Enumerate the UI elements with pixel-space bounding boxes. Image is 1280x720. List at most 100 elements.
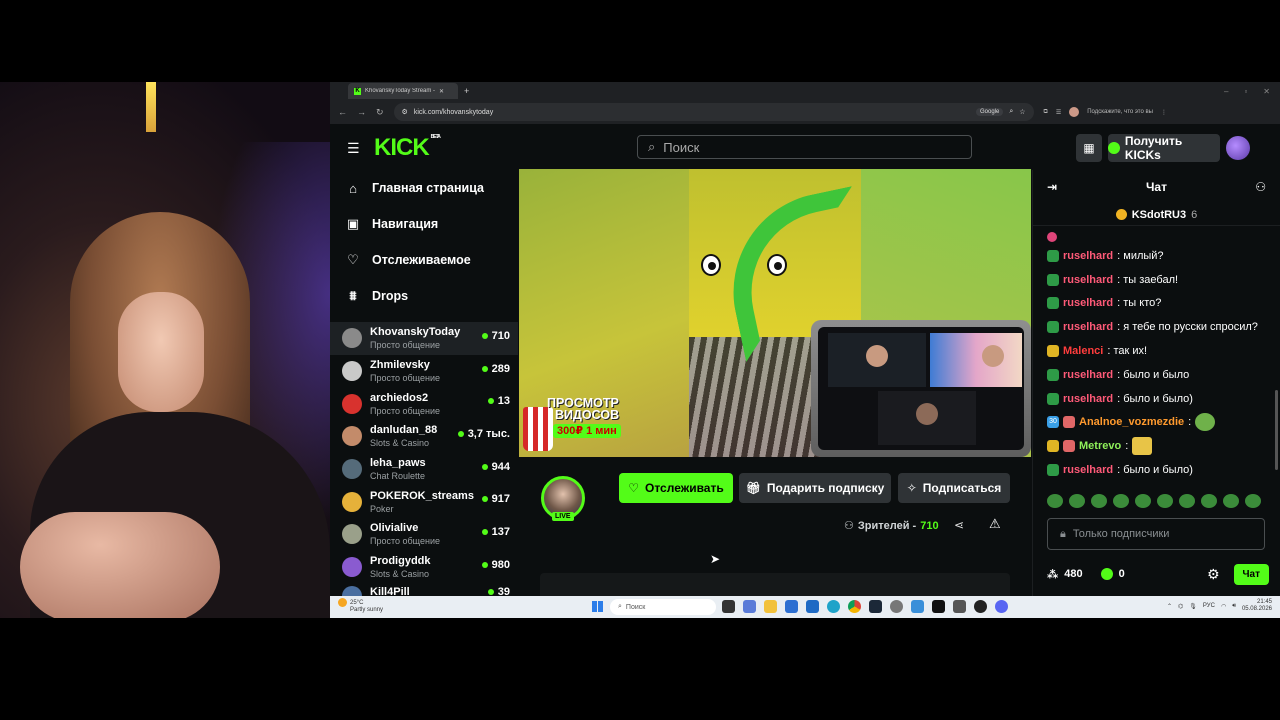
zoom-icon[interactable]: ⌕ bbox=[1009, 108, 1013, 116]
url-field[interactable]: ⚙ kick.com/khovanskytoday Google ⌕ ☆ bbox=[393, 103, 1034, 121]
get-kicks-button[interactable]: Получить KICKs bbox=[1108, 134, 1220, 162]
emote-option-icon[interactable] bbox=[1223, 494, 1239, 508]
pinned-user: KSdotRU3 bbox=[1131, 208, 1187, 221]
language-indicator[interactable]: РУС bbox=[1203, 603, 1215, 609]
chat-username[interactable]: ruselhard bbox=[1063, 393, 1113, 405]
collapse-chat-icon[interactable]: ⇥ bbox=[1047, 180, 1057, 194]
search-input[interactable]: ⌕ Поиск bbox=[637, 135, 972, 159]
channel-item[interactable]: leha_paws Chat Roulette 944 bbox=[330, 453, 518, 486]
report-warning-icon[interactable]: ⚠ bbox=[989, 516, 1001, 532]
chat-username[interactable]: Analnoe_vozmezdie bbox=[1079, 416, 1184, 428]
assistant-prompt[interactable]: Подскажите, что это вы bbox=[1087, 109, 1153, 115]
taskbar-search[interactable]: ⌕ Поиск bbox=[610, 599, 716, 615]
forward-icon[interactable]: → bbox=[357, 107, 366, 117]
widgets-icon[interactable] bbox=[743, 600, 756, 613]
video-player[interactable]: ПРОСМОТР ВИДОСОВ 300₽ 1 мин bbox=[519, 169, 1031, 457]
network-icon[interactable]: ⌬ bbox=[1178, 603, 1183, 610]
chat-username[interactable]: ruselhard bbox=[1063, 464, 1113, 476]
subscribe-label: Подписаться bbox=[922, 481, 1002, 495]
h-app-icon[interactable] bbox=[932, 600, 945, 613]
site-info-icon[interactable]: ⚙ bbox=[402, 108, 408, 116]
task-view-icon[interactable] bbox=[722, 600, 735, 613]
obs-icon[interactable] bbox=[974, 600, 987, 613]
chat-scrollbar[interactable] bbox=[1275, 390, 1278, 470]
chat-users-icon[interactable]: ⚇ bbox=[1255, 180, 1266, 194]
chat-username[interactable]: ruselhard bbox=[1063, 250, 1113, 262]
gear-icon[interactable]: ⚙ bbox=[1207, 566, 1220, 583]
chat-username[interactable]: ruselhard bbox=[1063, 369, 1113, 381]
steam-icon[interactable] bbox=[869, 600, 882, 613]
extensions-icon[interactable]: ⧉ bbox=[1044, 109, 1048, 116]
discord-icon[interactable] bbox=[995, 600, 1008, 613]
explorer-icon[interactable] bbox=[764, 600, 777, 613]
menu-burger-icon[interactable]: ☰ bbox=[347, 140, 360, 157]
nav-drops[interactable]: ⩩ Drops bbox=[330, 278, 518, 314]
points-count[interactable]: 480 bbox=[1064, 568, 1082, 580]
chat-username[interactable]: ruselhard bbox=[1063, 321, 1113, 333]
user-avatar[interactable] bbox=[1226, 136, 1250, 160]
menu-dots-icon[interactable]: ⋮ bbox=[1161, 109, 1167, 116]
emote-option-icon[interactable] bbox=[1157, 494, 1173, 508]
channel-item[interactable]: danludan_88 Slots & Casino 3,7 тыс. bbox=[330, 420, 518, 453]
minimize-icon[interactable]: – bbox=[1224, 87, 1228, 96]
clock[interactable]: 21:45 05.08.2026 bbox=[1242, 599, 1272, 613]
channel-item[interactable]: KhovanskyToday Просто общение 710 bbox=[330, 322, 518, 355]
weather-widget[interactable]: 25°C Partly sunny bbox=[338, 598, 383, 614]
search-engine-chip[interactable]: Google bbox=[975, 108, 1004, 116]
mic-icon[interactable]: 🎙︎ bbox=[1189, 603, 1197, 610]
channel-item[interactable]: archiedos2 Просто общение 13 bbox=[330, 387, 518, 420]
nav-home[interactable]: ⌂ Главная страница bbox=[330, 170, 518, 206]
outlook-icon[interactable] bbox=[806, 600, 819, 613]
emote-option-icon[interactable] bbox=[1201, 494, 1217, 508]
chat-username[interactable]: ruselhard bbox=[1063, 297, 1113, 309]
subscribe-button[interactable]: ✧ Подписаться bbox=[898, 473, 1010, 503]
kick-logo[interactable]: KICK BETA bbox=[374, 134, 441, 162]
windows-start-icon[interactable] bbox=[592, 601, 603, 612]
channel-category: Chat Roulette bbox=[370, 471, 426, 482]
share-icon[interactable]: ⋖ bbox=[954, 518, 964, 532]
close-window-icon[interactable]: ✕ bbox=[1263, 87, 1270, 96]
emote-option-icon[interactable] bbox=[1091, 494, 1107, 508]
shield-icon[interactable] bbox=[953, 600, 966, 613]
nav-following[interactable]: ♡ Отслеживаемое bbox=[330, 242, 518, 278]
channel-item[interactable]: POKEROK_streams Poker 917 bbox=[330, 485, 518, 518]
profile-avatar[interactable] bbox=[1069, 107, 1080, 117]
emote-option-icon[interactable] bbox=[1135, 494, 1151, 508]
gift-sub-button[interactable]: 🎁︎ Подарить подписку bbox=[739, 473, 891, 503]
emote-option-icon[interactable] bbox=[1113, 494, 1129, 508]
nav-browse[interactable]: ▣ Навигация bbox=[330, 206, 518, 242]
edge-icon[interactable] bbox=[827, 600, 840, 613]
settings-icon[interactable] bbox=[890, 600, 903, 613]
wifi-icon[interactable]: ◠ bbox=[1221, 603, 1226, 610]
maximize-icon[interactable]: ▫ bbox=[1244, 87, 1247, 96]
emote-option-icon[interactable] bbox=[1047, 494, 1063, 508]
browser-tab[interactable]: K KhovanskyToday Stream - ✕ bbox=[348, 83, 458, 99]
chrome-icon[interactable] bbox=[848, 600, 861, 613]
layout-grid-button[interactable]: ▦ bbox=[1076, 134, 1102, 162]
pinned-gifter[interactable]: KSdotRU3 6 bbox=[1033, 204, 1280, 226]
emote-option-icon[interactable] bbox=[1179, 494, 1195, 508]
chat-send-button[interactable]: Чат bbox=[1233, 563, 1269, 585]
live-dot-icon bbox=[457, 431, 464, 438]
channel-item[interactable]: Zhmilevsky Просто общение 289 bbox=[330, 355, 518, 388]
app-icon[interactable] bbox=[911, 600, 924, 613]
new-tab-icon[interactable]: + bbox=[464, 86, 469, 96]
chat-input[interactable]: 🔒︎ Только подписчики bbox=[1047, 518, 1265, 550]
volume-icon[interactable]: 🔊︎ bbox=[1232, 603, 1236, 610]
back-icon[interactable]: ← bbox=[338, 107, 347, 117]
chat-username[interactable]: Metrevo bbox=[1079, 440, 1121, 452]
tray-chevron-icon[interactable]: ⌃ bbox=[1167, 603, 1172, 610]
follow-button[interactable]: ♡ Отслеживать bbox=[619, 473, 733, 503]
store-icon[interactable] bbox=[785, 600, 798, 613]
reading-list-icon[interactable]: ☰ bbox=[1056, 109, 1061, 116]
bookmark-star-icon[interactable]: ☆ bbox=[1019, 108, 1025, 116]
reload-icon[interactable]: ↻ bbox=[376, 107, 384, 118]
channel-item[interactable]: Olivialive Просто общение 137 bbox=[330, 518, 518, 551]
emote-option-icon[interactable] bbox=[1245, 494, 1261, 508]
tab-close-icon[interactable]: ✕ bbox=[439, 88, 444, 95]
chat-username[interactable]: ruselhard bbox=[1063, 274, 1113, 286]
chat-username[interactable]: Malenci bbox=[1063, 345, 1103, 357]
emote-option-icon[interactable] bbox=[1069, 494, 1085, 508]
kicks-count[interactable]: 0 bbox=[1119, 568, 1125, 580]
channel-item[interactable]: Prodigyddk Slots & Casino 980 bbox=[330, 551, 518, 584]
